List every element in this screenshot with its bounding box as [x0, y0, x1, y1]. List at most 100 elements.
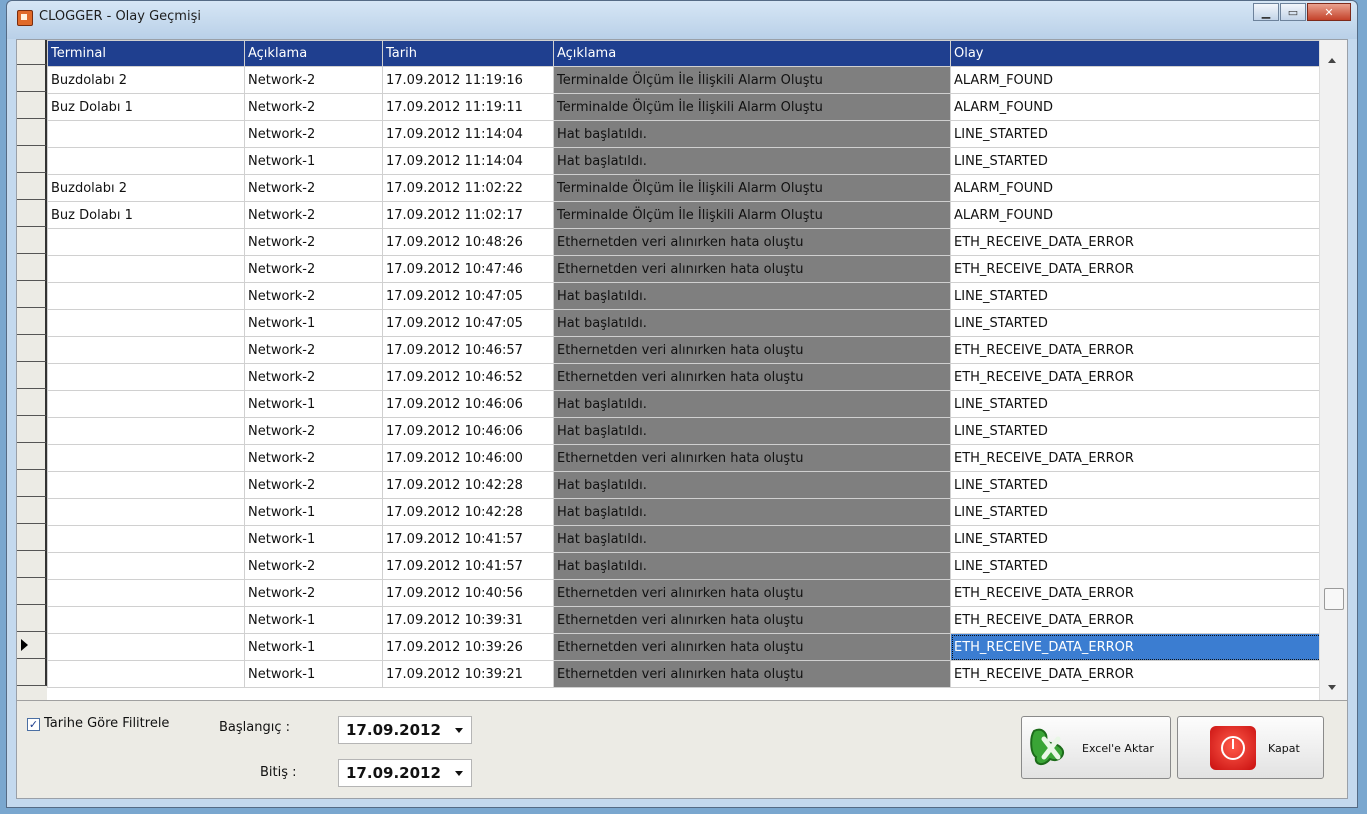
- cell-aciklama-2[interactable]: Ethernetden veri alınırken hata oluştu: [553, 633, 951, 661]
- row-header[interactable]: [17, 146, 47, 173]
- col-header-tarih[interactable]: Tarih: [382, 40, 554, 67]
- row-header[interactable]: [17, 659, 47, 686]
- cell-aciklama[interactable]: Network-1: [244, 633, 383, 661]
- cell-aciklama[interactable]: Network-2: [244, 228, 383, 256]
- cell-aciklama-2[interactable]: Ethernetden veri alınırken hata oluştu: [553, 606, 951, 634]
- cell-aciklama[interactable]: Network-2: [244, 579, 383, 607]
- cell-aciklama-2[interactable]: Ethernetden veri alınırken hata oluştu: [553, 255, 951, 283]
- close-window-button[interactable]: ✕: [1307, 3, 1351, 21]
- row-header[interactable]: [17, 632, 47, 659]
- cell-aciklama[interactable]: Network-2: [244, 120, 383, 148]
- cell-terminal[interactable]: Buzdolabı 2: [47, 66, 245, 94]
- cell-tarih[interactable]: 17.09.2012 11:19:16: [382, 66, 554, 94]
- scroll-down-icon[interactable]: [1328, 685, 1336, 690]
- cell-terminal[interactable]: [47, 228, 245, 256]
- row-header[interactable]: [17, 119, 47, 146]
- row-header[interactable]: [17, 605, 47, 632]
- cell-tarih[interactable]: 17.09.2012 10:47:05: [382, 282, 554, 310]
- vertical-scrollbar[interactable]: [1319, 40, 1347, 700]
- cell-olay[interactable]: ALARM_FOUND: [950, 201, 1322, 229]
- row-header[interactable]: [17, 497, 47, 524]
- row-header[interactable]: [17, 362, 47, 389]
- cell-aciklama-2[interactable]: Terminalde Ölçüm İle İlişkili Alarm Oluş…: [553, 66, 951, 94]
- cell-olay[interactable]: LINE_STARTED: [950, 471, 1322, 499]
- cell-aciklama-2[interactable]: Hat başlatıldı.: [553, 120, 951, 148]
- col-header-aciklama[interactable]: Açıklama: [244, 40, 383, 67]
- cell-terminal[interactable]: [47, 363, 245, 391]
- cell-aciklama[interactable]: Network-2: [244, 363, 383, 391]
- cell-aciklama[interactable]: Network-2: [244, 552, 383, 580]
- cell-aciklama[interactable]: Network-2: [244, 66, 383, 94]
- row-header[interactable]: [17, 65, 47, 92]
- cell-aciklama-2[interactable]: Ethernetden veri alınırken hata oluştu: [553, 228, 951, 256]
- row-header[interactable]: [17, 470, 47, 497]
- row-header[interactable]: [17, 308, 47, 335]
- cell-olay[interactable]: ETH_RECEIVE_DATA_ERROR: [950, 633, 1322, 661]
- table-row[interactable]: Network-1 17.09.2012 11:14:04 Hat başlatıl…: [47, 147, 1322, 175]
- cell-tarih[interactable]: 17.09.2012 10:41:57: [382, 552, 554, 580]
- cell-terminal[interactable]: Buz Dolabı 1: [47, 93, 245, 121]
- maximize-button[interactable]: ▭: [1280, 3, 1306, 21]
- cell-terminal[interactable]: [47, 525, 245, 553]
- table-row[interactable]: Network-1 17.09.2012 10:46:06 Hat başlatıl…: [47, 390, 1322, 418]
- row-header[interactable]: [17, 173, 47, 200]
- cell-olay[interactable]: ETH_RECEIVE_DATA_ERROR: [950, 363, 1322, 391]
- cell-aciklama-2[interactable]: Ethernetden veri alınırken hata oluştu: [553, 444, 951, 472]
- row-header[interactable]: [17, 254, 47, 281]
- table-row[interactable]: Network-2 17.09.2012 10:47:46 Ethernetden …: [47, 255, 1322, 283]
- col-header-aciklama-2[interactable]: Açıklama: [553, 40, 951, 67]
- cell-aciklama-2[interactable]: Terminalde Ölçüm İle İlişkili Alarm Oluş…: [553, 201, 951, 229]
- cell-terminal[interactable]: [47, 660, 245, 688]
- table-row[interactable]: Network-2 17.09.2012 10:46:06 Hat başlatıl…: [47, 417, 1322, 445]
- cell-aciklama[interactable]: Network-2: [244, 282, 383, 310]
- row-header[interactable]: [17, 281, 47, 308]
- cell-terminal[interactable]: [47, 552, 245, 580]
- row-header[interactable]: [17, 389, 47, 416]
- table-row[interactable]: Network-2 17.09.2012 10:41:57 Hat başlatıl…: [47, 552, 1322, 580]
- cell-terminal[interactable]: [47, 336, 245, 364]
- cell-aciklama-2[interactable]: Hat başlatıldı.: [553, 552, 951, 580]
- cell-olay[interactable]: LINE_STARTED: [950, 552, 1322, 580]
- table-row[interactable]: Network-2 17.09.2012 10:47:05 Hat başlatıl…: [47, 282, 1322, 310]
- cell-olay[interactable]: ETH_RECEIVE_DATA_ERROR: [950, 606, 1322, 634]
- table-row[interactable]: Buz Dolabı 1 Network-2 17.09.2012 11:02:17…: [47, 201, 1322, 229]
- cell-olay[interactable]: LINE_STARTED: [950, 120, 1322, 148]
- table-row[interactable]: Network-2 17.09.2012 10:46:57 Ethernetden …: [47, 336, 1322, 364]
- table-row[interactable]: Buzdolabı 2 Network-2 17.09.2012 11:19:16 T…: [47, 66, 1322, 94]
- cell-aciklama[interactable]: Network-1: [244, 309, 383, 337]
- table-row[interactable]: Network-1 17.09.2012 10:39:26 Ethernetden …: [47, 633, 1322, 661]
- cell-tarih[interactable]: 17.09.2012 10:41:57: [382, 525, 554, 553]
- cell-tarih[interactable]: 17.09.2012 11:02:22: [382, 174, 554, 202]
- cell-aciklama[interactable]: Network-2: [244, 444, 383, 472]
- cell-tarih[interactable]: 17.09.2012 10:42:28: [382, 471, 554, 499]
- cell-aciklama[interactable]: Network-2: [244, 336, 383, 364]
- row-header[interactable]: [17, 524, 47, 551]
- cell-olay[interactable]: ETH_RECEIVE_DATA_ERROR: [950, 579, 1322, 607]
- cell-olay[interactable]: ETH_RECEIVE_DATA_ERROR: [950, 444, 1322, 472]
- row-header[interactable]: [17, 443, 47, 470]
- table-row[interactable]: Network-1 17.09.2012 10:42:28 Hat başlatıl…: [47, 498, 1322, 526]
- cell-aciklama[interactable]: Network-2: [244, 201, 383, 229]
- cell-tarih[interactable]: 17.09.2012 10:48:26: [382, 228, 554, 256]
- cell-tarih[interactable]: 17.09.2012 10:39:21: [382, 660, 554, 688]
- table-row[interactable]: Buz Dolabı 1 Network-2 17.09.2012 11:19:11…: [47, 93, 1322, 121]
- table-row[interactable]: Network-1 17.09.2012 10:39:31 Ethernetden …: [47, 606, 1322, 634]
- cell-tarih[interactable]: 17.09.2012 10:46:00: [382, 444, 554, 472]
- cell-aciklama[interactable]: Network-2: [244, 255, 383, 283]
- minimize-button[interactable]: ▁: [1253, 3, 1279, 21]
- export-excel-button[interactable]: Excel'e Aktar: [1021, 716, 1171, 779]
- cell-olay[interactable]: ETH_RECEIVE_DATA_ERROR: [950, 255, 1322, 283]
- cell-aciklama-2[interactable]: Hat başlatıldı.: [553, 498, 951, 526]
- cell-aciklama-2[interactable]: Hat başlatıldı.: [553, 309, 951, 337]
- cell-tarih[interactable]: 17.09.2012 10:47:05: [382, 309, 554, 337]
- cell-terminal[interactable]: [47, 633, 245, 661]
- table-row[interactable]: Network-2 17.09.2012 10:46:00 Ethernetden …: [47, 444, 1322, 472]
- cell-olay[interactable]: LINE_STARTED: [950, 498, 1322, 526]
- cell-aciklama[interactable]: Network-1: [244, 390, 383, 418]
- row-header[interactable]: [17, 551, 47, 578]
- cell-aciklama-2[interactable]: Hat başlatıldı.: [553, 390, 951, 418]
- cell-terminal[interactable]: [47, 390, 245, 418]
- table-row[interactable]: Network-2 17.09.2012 10:42:28 Hat başlatıl…: [47, 471, 1322, 499]
- table-row[interactable]: Network-1 17.09.2012 10:41:57 Hat başlatıl…: [47, 525, 1322, 553]
- cell-olay[interactable]: ETH_RECEIVE_DATA_ERROR: [950, 336, 1322, 364]
